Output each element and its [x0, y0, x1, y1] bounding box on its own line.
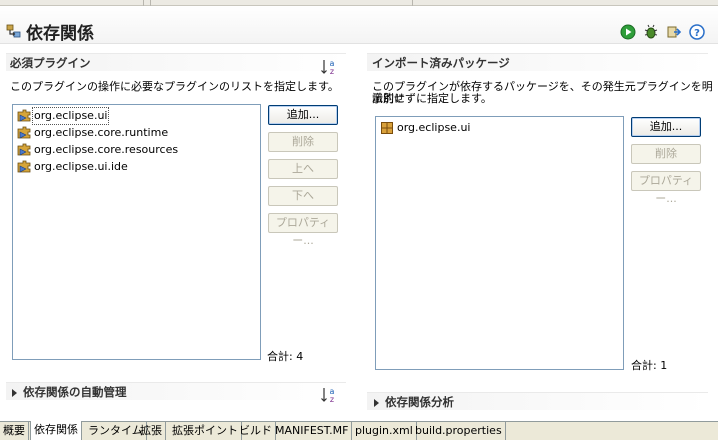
page-title: 依存関係 [26, 24, 94, 44]
sort-alphabetically-icon[interactable]: a z [320, 386, 338, 404]
plugin-name: org.eclipse.ui [31, 107, 110, 125]
package-name: org.eclipse.ui [397, 121, 471, 134]
move-up-button[interactable]: 上へ [268, 159, 338, 179]
plugin-name: org.eclipse.core.resources [34, 143, 179, 156]
plugin-icon [17, 143, 31, 156]
debug-icon[interactable] [643, 24, 659, 40]
tab-build[interactable]: ビルド [236, 422, 276, 440]
help-icon[interactable]: ? [689, 24, 705, 40]
imported-packages-total: 合計: 1 [631, 359, 668, 372]
package-properties-button[interactable]: プロパティー... [631, 171, 701, 205]
required-plugins-title: 必須プラグイン [10, 56, 91, 70]
editor-page-tabs: 概要 依存関係 ランタイム 拡張 拡張ポイント ビルド MANIFEST.MF … [0, 421, 718, 440]
svg-text:z: z [330, 395, 334, 404]
tab-dependencies[interactable]: 依存関係 [30, 421, 82, 440]
plugin-icon [17, 109, 31, 122]
svg-text:?: ? [694, 28, 700, 39]
tab-manifest[interactable]: MANIFEST.MF [272, 422, 353, 440]
tab-extension-points[interactable]: 拡張ポイント [169, 422, 242, 440]
form-header: 依存関係 ? [0, 6, 718, 44]
plugin-properties-button[interactable]: プロパティー... [268, 213, 338, 247]
expand-chevron-icon [374, 398, 379, 407]
dependency-analysis-title[interactable]: 依存関係分析 [374, 394, 454, 410]
imported-packages-list[interactable]: org.eclipse.ui [375, 116, 624, 370]
tab-build-properties[interactable]: build.properties [412, 422, 506, 440]
dependencies-icon [6, 24, 21, 38]
run-icon[interactable] [620, 24, 636, 40]
imported-packages-title: インポート済みパッケージ [372, 56, 510, 70]
imported-packages-description-line2: 識別せずに指定します。 [372, 92, 492, 105]
svg-text:z: z [330, 67, 334, 76]
plugin-name: org.eclipse.core.runtime [34, 126, 169, 139]
sort-alphabetically-icon[interactable]: a z [320, 58, 338, 76]
add-plugin-button[interactable]: 追加... [268, 105, 338, 125]
tab-extensions[interactable]: 拡張 [137, 422, 166, 440]
required-plugins-total: 合計: 4 [267, 350, 304, 363]
required-plugins-description: このプラグインの操作に必要なプラグインのリストを指定します。 [10, 80, 339, 93]
expand-chevron-icon [12, 388, 17, 397]
tab-plugin-xml[interactable]: plugin.xml [352, 422, 417, 440]
auto-manage-title[interactable]: 依存関係の自動管理 [12, 384, 127, 400]
required-plugins-list[interactable]: org.eclipse.ui org.eclipse.core.runtime … [12, 104, 261, 360]
remove-package-button[interactable]: 削除 [631, 144, 701, 164]
tab-overview[interactable]: 概要 [0, 422, 29, 440]
package-icon [381, 122, 393, 134]
plugin-name: org.eclipse.ui.ide [34, 160, 128, 173]
plugin-icon [17, 160, 31, 173]
add-package-button[interactable]: 追加... [631, 117, 701, 137]
remove-plugin-button[interactable]: 削除 [268, 132, 338, 152]
plugin-icon [17, 126, 31, 139]
move-down-button[interactable]: 下へ [268, 186, 338, 206]
export-wizard-icon[interactable] [666, 24, 682, 40]
